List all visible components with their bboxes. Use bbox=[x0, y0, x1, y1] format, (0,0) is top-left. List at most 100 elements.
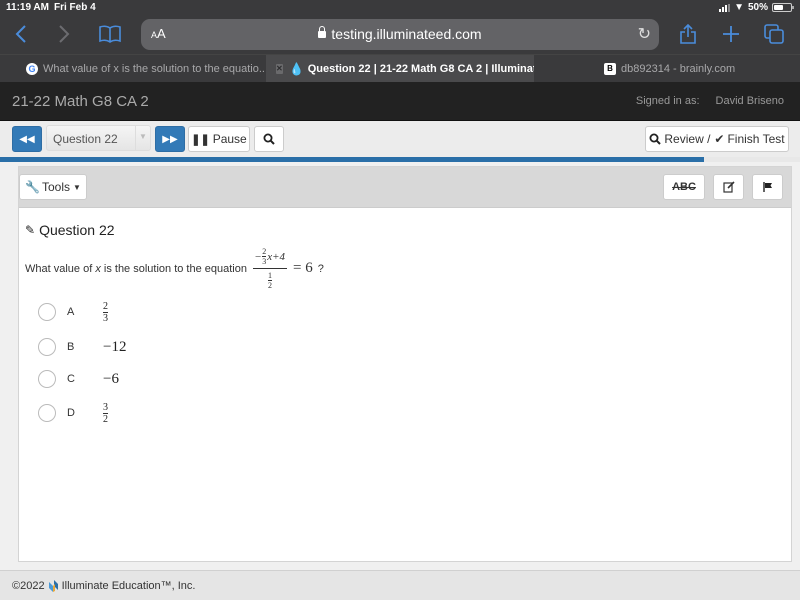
next-question-button[interactable]: ▶▶ bbox=[155, 126, 185, 152]
reload-icon[interactable]: ↻ bbox=[638, 24, 651, 44]
safari-toolbar: AA testing.illuminateed.com ↻ bbox=[0, 16, 800, 54]
brainly-icon: B bbox=[604, 62, 616, 75]
choice-value: 3 2 bbox=[103, 402, 108, 425]
chevron-down-icon: ▼ bbox=[135, 126, 150, 150]
status-indicators: ▼ 50% bbox=[719, 2, 794, 13]
abc-label: ABC bbox=[672, 181, 696, 193]
pencil-icon: ✎ bbox=[25, 223, 36, 237]
illuminate-logo-icon bbox=[48, 580, 58, 592]
search-icon bbox=[649, 133, 662, 145]
prompt-text-before: What value of bbox=[25, 262, 96, 275]
equation-denominator: 1 2 bbox=[268, 271, 273, 290]
address-bar[interactable]: AA testing.illuminateed.com ↻ bbox=[141, 19, 659, 50]
denominator-numerator: 1 bbox=[268, 271, 273, 280]
choice-value: −6 bbox=[103, 370, 119, 387]
wifi-icon: ▼ bbox=[734, 2, 744, 13]
google-icon: G bbox=[26, 62, 38, 75]
test-navigation-bar: ◀◀ Question 22 ▼ ▶▶ ❚❚ Pause Review / ✔ … bbox=[0, 121, 800, 157]
radio-button[interactable] bbox=[38, 303, 56, 321]
choice-letter: B bbox=[67, 341, 75, 353]
chevron-left-icon bbox=[15, 25, 26, 43]
question-select-value: Question 22 bbox=[53, 132, 118, 146]
url-text: testing.illuminateed.com bbox=[331, 26, 482, 42]
flag-question-button[interactable] bbox=[752, 174, 783, 200]
choice-letter: C bbox=[67, 373, 75, 385]
answer-choice-b[interactable]: B −12 bbox=[38, 337, 126, 357]
browser-tab-question[interactable]: ✕ 💧 Question 22 | 21-22 Math G8 CA 2 | I… bbox=[266, 55, 534, 82]
check-icon: ✔ bbox=[714, 132, 725, 146]
back-button[interactable] bbox=[7, 20, 35, 48]
share-button[interactable] bbox=[674, 20, 702, 48]
test-title: 21-22 Math G8 CA 2 bbox=[12, 93, 149, 110]
finish-label: Finish Test bbox=[727, 132, 785, 146]
fraction-numerator: 3 bbox=[103, 401, 108, 413]
book-icon bbox=[99, 25, 121, 43]
spell-check-button[interactable]: ABC bbox=[663, 174, 705, 200]
radio-button[interactable] bbox=[38, 404, 56, 422]
edit-note-icon bbox=[722, 181, 735, 193]
fraction-numerator: 2 bbox=[103, 300, 108, 312]
previous-question-button[interactable]: ◀◀ bbox=[12, 126, 42, 152]
battery-icon bbox=[772, 3, 794, 12]
browser-chrome: 11:19 AM Fri Feb 4 ▼ 50% AA testing.illu… bbox=[0, 0, 800, 54]
tools-dropdown-button[interactable]: 🔧 Tools ▼ bbox=[19, 174, 87, 200]
tab-title: Question 22 | 21-22 Math G8 CA 2 | Illum… bbox=[307, 62, 534, 75]
numerator-terms: x+4 bbox=[267, 250, 286, 263]
browser-tab-strip: G What value of x is the solution to the… bbox=[0, 54, 800, 82]
main-content: 🔧 Tools ▼ ABC ✎ Question 22 What value o… bbox=[8, 162, 796, 570]
review-label: Review / bbox=[664, 132, 711, 146]
app-header: 21-22 Math G8 CA 2 Signed in as: David Br… bbox=[0, 82, 800, 121]
notes-button[interactable] bbox=[713, 174, 744, 200]
answer-choice-c[interactable]: C −6 bbox=[38, 369, 119, 389]
choice-value: −12 bbox=[103, 338, 127, 355]
prompt-end: ? bbox=[317, 262, 324, 275]
answer-choice-a[interactable]: A 2 3 bbox=[38, 301, 108, 324]
tab-title: What value of x is the solution to the e… bbox=[43, 62, 266, 75]
bookmarks-button[interactable] bbox=[96, 20, 124, 48]
equation-rhs: = 6 bbox=[293, 260, 313, 276]
choice-letter: A bbox=[67, 306, 75, 318]
equation-numerator: − 2 3 x+4 bbox=[253, 247, 287, 266]
coefficient-denominator: 3 bbox=[262, 257, 267, 266]
company-name: Illuminate Education™, Inc. bbox=[61, 580, 196, 592]
caret-down-icon: ▼ bbox=[73, 182, 81, 192]
close-tab-icon[interactable]: ✕ bbox=[276, 63, 283, 74]
choice-value: 2 3 bbox=[103, 301, 108, 324]
browser-tab-google[interactable]: G What value of x is the solution to the… bbox=[0, 55, 266, 82]
browser-tab-brainly[interactable]: B db892314 - brainly.com bbox=[534, 55, 800, 82]
fast-forward-icon: ▶▶ bbox=[162, 133, 178, 145]
search-icon bbox=[263, 133, 275, 145]
radio-button[interactable] bbox=[38, 338, 56, 356]
answer-choice-d[interactable]: D 3 2 bbox=[38, 402, 108, 425]
tabs-overview-button[interactable] bbox=[760, 20, 788, 48]
page-footer: ©2022 Illuminate Education™, Inc. bbox=[0, 570, 800, 600]
plus-icon bbox=[723, 26, 739, 42]
radio-button[interactable] bbox=[38, 370, 56, 388]
coefficient-numerator: 2 bbox=[262, 247, 267, 256]
denominator-denominator: 2 bbox=[268, 281, 273, 290]
status-date: Fri Feb 4 bbox=[54, 2, 96, 13]
illuminate-icon: 💧 bbox=[289, 61, 305, 76]
flag-icon bbox=[762, 182, 772, 192]
question-select[interactable]: Question 22 ▼ bbox=[46, 125, 151, 151]
rewind-icon: ◀◀ bbox=[19, 133, 35, 145]
review-finish-button[interactable]: Review / ✔ Finish Test bbox=[645, 126, 789, 152]
chevron-right-icon bbox=[59, 25, 70, 43]
tools-label: Tools bbox=[42, 180, 71, 194]
forward-button[interactable] bbox=[50, 20, 78, 48]
search-button[interactable] bbox=[254, 126, 284, 152]
status-time: 11:19 AM bbox=[6, 2, 49, 13]
question-heading: ✎ Question 22 bbox=[25, 222, 115, 238]
coefficient-fraction: 2 3 bbox=[262, 247, 267, 266]
prompt-text-after: is the solution to the equation bbox=[100, 262, 247, 275]
tab-title: db892314 - brainly.com bbox=[621, 62, 736, 75]
signed-in-info: Signed in as: David Briseno bbox=[636, 95, 784, 107]
new-tab-button[interactable] bbox=[717, 20, 745, 48]
question-toolbar: 🔧 Tools ▼ ABC bbox=[19, 167, 791, 208]
minus-sign: − bbox=[255, 250, 262, 263]
lock-icon bbox=[318, 26, 327, 38]
fraction-denominator: 2 bbox=[103, 413, 108, 425]
copyright-text: ©2022 bbox=[12, 580, 45, 592]
pause-button[interactable]: ❚❚ Pause bbox=[188, 126, 250, 152]
equation-fraction: − 2 3 x+4 1 2 bbox=[253, 247, 288, 290]
